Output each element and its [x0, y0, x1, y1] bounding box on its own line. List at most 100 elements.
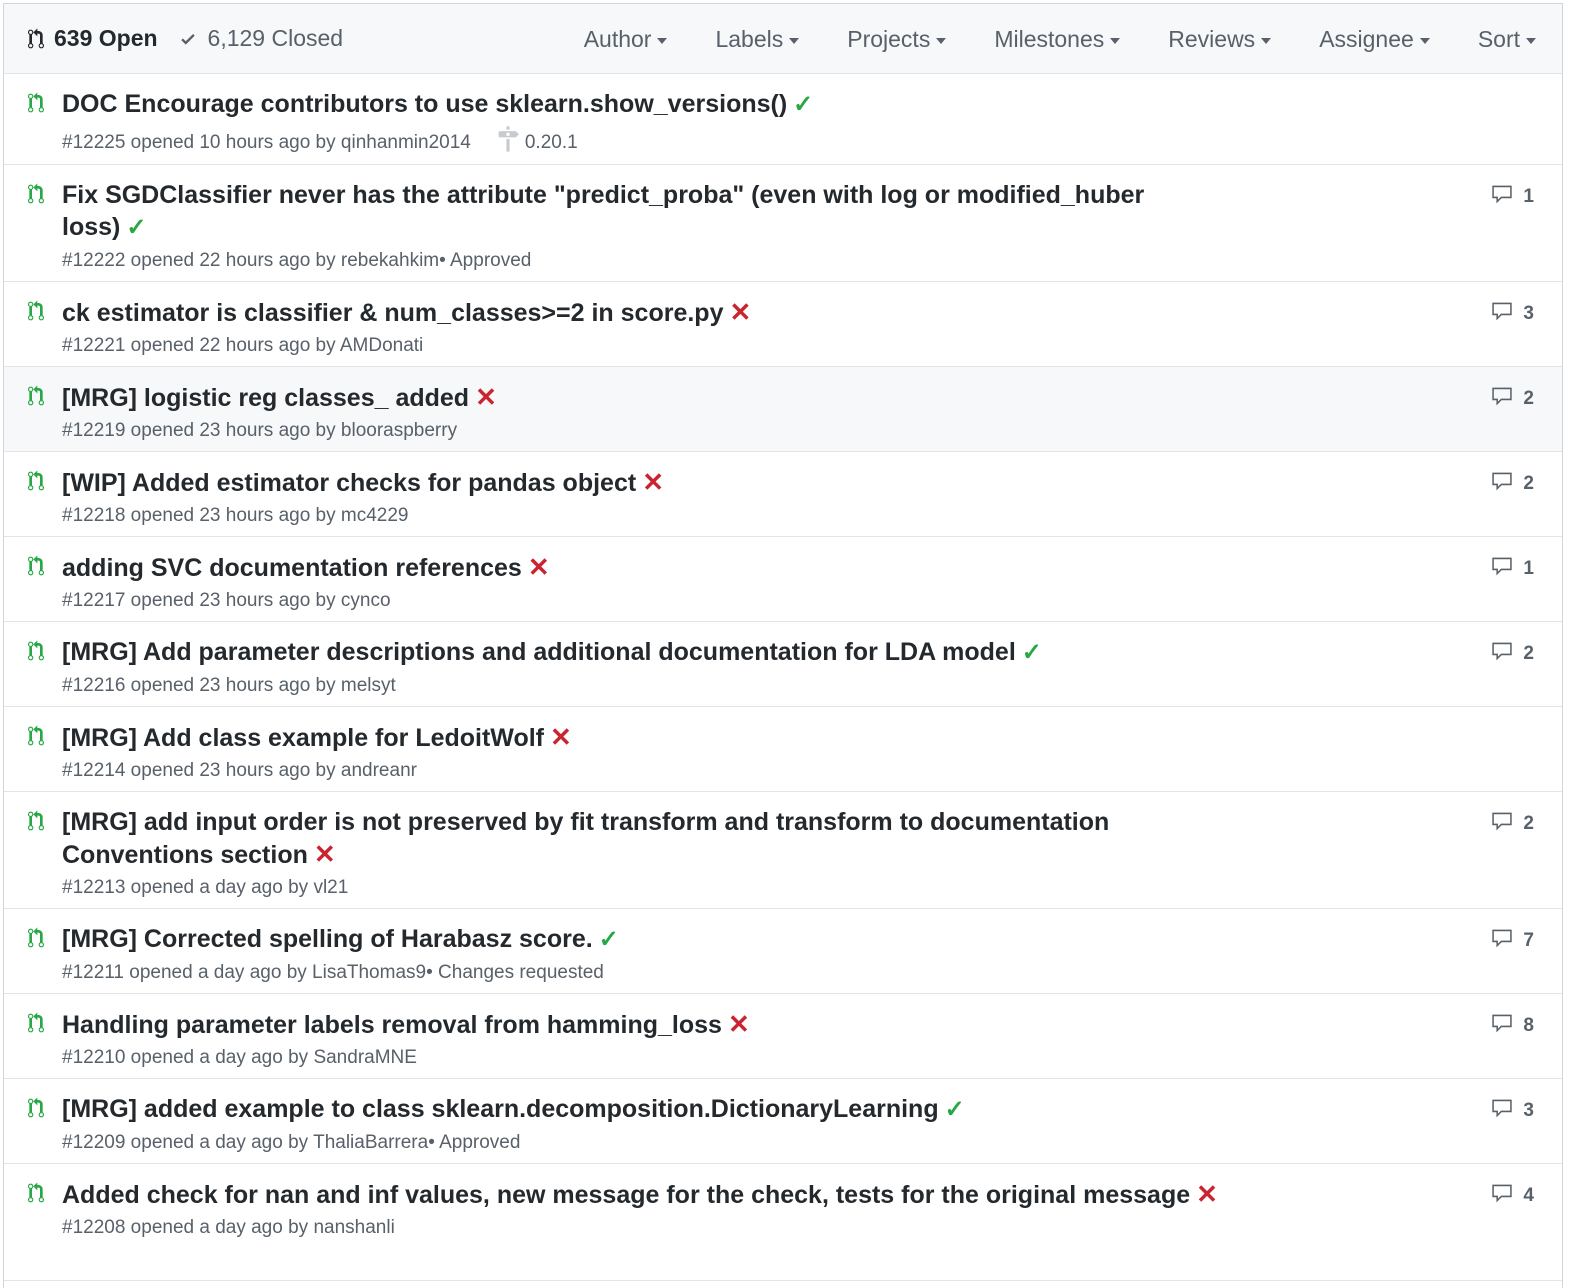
comments-link[interactable]: 7 — [1489, 927, 1534, 955]
comment-icon — [1489, 927, 1523, 955]
comment-icon — [1489, 640, 1523, 668]
check-icon[interactable]: ✓ — [1022, 639, 1042, 666]
pull-request-meta: #12208 opened a day ago by nanshanli — [62, 1216, 1562, 1240]
filter-milestones[interactable]: Milestones — [994, 26, 1121, 53]
x-icon[interactable]: ✕ — [642, 467, 664, 497]
pull-request-row[interactable]: [MRG] Corrected spelling of Harabasz sco… — [4, 909, 1562, 994]
title-line: adding SVC documentation references ✕ — [62, 551, 1222, 584]
comments-link[interactable]: 4 — [1489, 1182, 1534, 1210]
open-pulls-link[interactable]: 639 Open — [28, 25, 158, 52]
pull-request-icon — [28, 1012, 44, 1039]
comment-icon — [1489, 1012, 1523, 1040]
comments-link[interactable]: 3 — [1489, 300, 1534, 328]
review-status[interactable]: • Changes requested — [426, 961, 604, 985]
pull-request-row[interactable]: Fix SGDClassifier never has the attribut… — [4, 165, 1562, 282]
opened-by-text: #12225 opened 10 hours ago by qinhanmin2… — [62, 131, 471, 153]
pull-request-row[interactable]: Handling parameter labels removal from h… — [4, 994, 1562, 1079]
pull-request-row[interactable]: [MRG] added example to class sklearn.dec… — [4, 1079, 1562, 1164]
pull-request-title[interactable]: adding SVC documentation references — [62, 554, 522, 582]
comment-icon — [1489, 183, 1523, 211]
opened-by-text: #12216 opened 23 hours ago by melsyt — [62, 675, 396, 696]
comments-link[interactable]: 8 — [1489, 1012, 1534, 1040]
x-icon[interactable]: ✕ — [729, 297, 751, 327]
pull-request-row[interactable]: [MRG] Add class example for LedoitWolf ✕ #… — [4, 707, 1562, 792]
caret-down-icon — [1419, 37, 1430, 44]
opened-by-text: #12210 opened a day ago by SandraMNE — [62, 1047, 417, 1068]
check-icon[interactable]: ✓ — [945, 1096, 965, 1123]
pull-request-row[interactable]: [MRG] add input order is not preserved b… — [4, 792, 1562, 909]
filter-labels[interactable]: Labels — [715, 26, 800, 53]
opened-by-text: #12218 opened 23 hours ago by mc4229 — [62, 505, 409, 526]
x-icon[interactable]: ✕ — [314, 839, 336, 869]
comment-icon — [1489, 810, 1523, 838]
pull-request-meta: #12209 opened a day ago by ThaliaBarrera… — [62, 1131, 1562, 1155]
pull-request-row[interactable]: [WIP] Added estimator checks for pandas … — [4, 452, 1562, 537]
x-icon[interactable]: ✕ — [528, 552, 550, 582]
x-icon[interactable]: ✕ — [550, 722, 572, 752]
pull-request-title[interactable]: [MRG] add input order is not preserved b… — [62, 808, 1109, 869]
caret-down-icon — [657, 37, 668, 44]
title-line: [MRG] Add class example for LedoitWolf ✕ — [62, 721, 1222, 754]
pull-request-title[interactable]: [MRG] Add parameter descriptions and add… — [62, 638, 1016, 666]
pull-request-row[interactable]: [MRG] logistic reg classes_ added ✕ #12219… — [4, 367, 1562, 452]
pull-request-title[interactable]: [MRG] logistic reg classes_ added — [62, 384, 469, 412]
comments-link[interactable]: 1 — [1489, 183, 1534, 211]
pull-request-title[interactable]: [MRG] Add class example for LedoitWolf — [62, 724, 544, 752]
filter-bar: Author Labels Projects Milestones Review… — [536, 4, 1536, 74]
filter-reviews[interactable]: Reviews — [1168, 26, 1272, 53]
opened-by-text: #12214 opened 23 hours ago by andreanr — [62, 760, 417, 781]
pull-request-row[interactable]: DOC Encourage contributors to use sklear… — [4, 74, 1562, 165]
pull-request-meta: #12210 opened a day ago by SandraMNE — [62, 1046, 1562, 1070]
pull-request-list: 639 Open 6,129 Closed Author Labels Proj… — [3, 3, 1563, 1288]
pull-request-icon — [28, 640, 44, 667]
comments-link[interactable]: 2 — [1489, 385, 1534, 413]
comment-count: 2 — [1523, 813, 1534, 834]
closed-count: 6,129 Closed — [207, 25, 344, 51]
pull-request-icon — [28, 385, 44, 412]
check-icon[interactable]: ✓ — [793, 91, 813, 118]
x-icon[interactable]: ✕ — [475, 382, 497, 412]
pull-request-title[interactable]: [WIP] Added estimator checks for pandas … — [62, 469, 636, 497]
review-status[interactable]: • Approved — [439, 249, 531, 273]
comment-icon — [1489, 300, 1523, 328]
comments-link[interactable]: 2 — [1489, 640, 1534, 668]
pull-request-title[interactable]: Added check for nan and inf values, new … — [62, 1181, 1190, 1209]
pull-request-row[interactable]: ck estimator is classifier & num_classes… — [4, 282, 1562, 367]
pull-request-title[interactable]: [MRG] Corrected spelling of Harabasz sco… — [62, 925, 593, 953]
comments-link[interactable]: 1 — [1489, 555, 1534, 583]
pull-request-meta: #12211 opened a day ago by LisaThomas9 •… — [62, 961, 1562, 985]
filter-sort[interactable]: Sort — [1478, 26, 1536, 53]
pull-request-meta: #12218 opened 23 hours ago by mc4229 — [62, 504, 1562, 528]
pull-request-title[interactable]: Handling parameter labels removal from h… — [62, 1011, 722, 1039]
check-icon[interactable]: ✓ — [126, 214, 146, 241]
pull-request-content: ck estimator is classifier & num_classes… — [4, 282, 1562, 358]
pull-request-title[interactable]: DOC Encourage contributors to use sklear… — [62, 90, 787, 118]
pull-request-title[interactable]: [MRG] added example to class sklearn.dec… — [62, 1095, 939, 1123]
comments-link[interactable]: 2 — [1489, 470, 1534, 498]
filter-projects[interactable]: Projects — [847, 26, 947, 53]
pull-request-content: [MRG] Corrected spelling of Harabasz sco… — [4, 909, 1562, 985]
pull-request-content: [MRG] logistic reg classes_ added ✕ #12219… — [4, 367, 1562, 443]
comments-link[interactable]: 3 — [1489, 1097, 1534, 1125]
opened-by-text: #12219 opened 23 hours ago by blooraspbe… — [62, 420, 458, 441]
comment-count: 7 — [1523, 930, 1534, 951]
pull-request-title[interactable]: Fix SGDClassifier never has the attribut… — [62, 181, 1144, 241]
opened-by-text: #12222 opened 22 hours ago by rebekahkim — [62, 250, 440, 271]
filter-author[interactable]: Author — [584, 26, 668, 53]
comments-link[interactable]: 2 — [1489, 810, 1534, 838]
closed-pulls-link[interactable]: 6,129 Closed — [178, 25, 344, 52]
pull-request-row[interactable]: adding SVC documentation references ✕ #122… — [4, 537, 1562, 622]
title-line: [MRG] Add parameter descriptions and add… — [62, 636, 1222, 669]
x-icon[interactable]: ✕ — [1196, 1179, 1218, 1209]
pull-request-meta: #12216 opened 23 hours ago by melsyt — [62, 674, 1562, 698]
pull-request-content: [MRG] add input order is not preserved b… — [4, 792, 1562, 900]
comment-count: 2 — [1523, 388, 1534, 409]
review-status[interactable]: • Approved — [428, 1131, 520, 1155]
x-icon[interactable]: ✕ — [728, 1009, 750, 1039]
pull-request-title[interactable]: ck estimator is classifier & num_classes… — [62, 299, 723, 327]
pull-request-row[interactable]: [MRG] Add parameter descriptions and add… — [4, 622, 1562, 707]
milestone-link[interactable]: 0.20.1 — [497, 126, 578, 159]
pull-request-row[interactable]: Added check for nan and inf values, new … — [4, 1164, 1562, 1281]
filter-assignee[interactable]: Assignee — [1319, 26, 1430, 53]
check-icon[interactable]: ✓ — [599, 926, 619, 953]
